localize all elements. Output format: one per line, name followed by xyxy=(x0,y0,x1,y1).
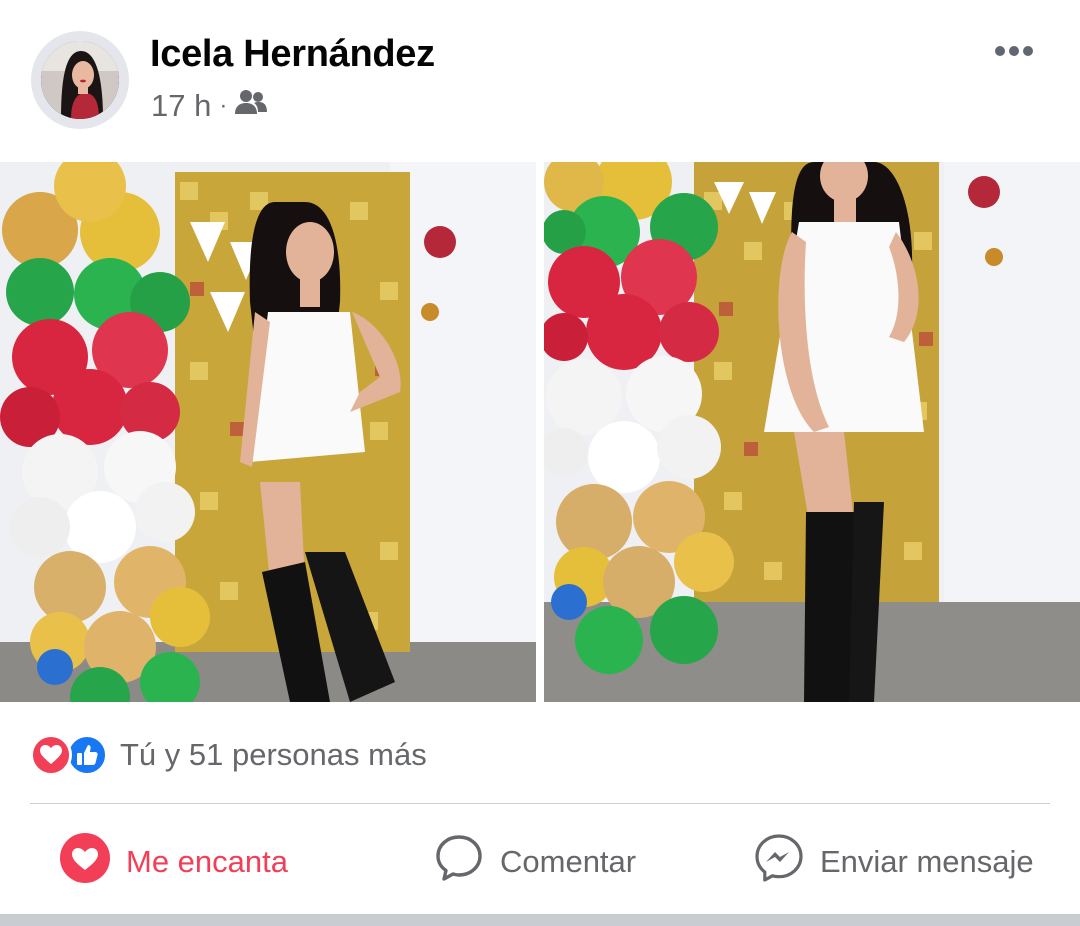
messenger-icon xyxy=(754,833,804,891)
photo-grid xyxy=(0,162,1080,702)
avatar-image xyxy=(41,41,119,119)
reactions-count: Tú y 51 personas más xyxy=(120,737,427,772)
divider xyxy=(30,803,1050,804)
love-reaction-icon xyxy=(30,734,72,776)
feed-separator xyxy=(0,914,1080,926)
post-meta: 17 h · xyxy=(151,88,268,124)
author-name[interactable]: Icela Hernández xyxy=(150,33,435,76)
friends-icon[interactable] xyxy=(235,88,268,124)
love-button[interactable]: Me encanta xyxy=(60,832,288,892)
photo-left[interactable] xyxy=(0,162,536,702)
post-header: Icela Hernández 17 h · xyxy=(0,0,1080,162)
reactions-summary[interactable]: Tú y 51 personas más xyxy=(30,732,427,778)
reaction-icons xyxy=(30,732,112,778)
action-bar: Me encanta Comentar Enviar mensaje xyxy=(0,818,1080,908)
like-reaction-icon xyxy=(66,734,108,776)
post-time[interactable]: 17 h xyxy=(151,88,211,124)
more-horizontal-icon[interactable] xyxy=(986,36,1042,66)
comment-icon xyxy=(434,833,484,891)
meta-separator: · xyxy=(219,92,228,119)
comment-button[interactable]: Comentar xyxy=(434,832,636,892)
avatar[interactable] xyxy=(31,31,129,129)
send-button-label: Enviar mensaje xyxy=(820,844,1034,879)
love-icon xyxy=(60,833,110,891)
send-message-button[interactable]: Enviar mensaje xyxy=(754,832,1034,892)
comment-button-label: Comentar xyxy=(500,844,637,879)
love-button-label: Me encanta xyxy=(126,844,288,879)
feed-post: Icela Hernández 17 h · Tú y 51 personas … xyxy=(0,0,1080,926)
photo-right[interactable] xyxy=(544,162,1080,702)
